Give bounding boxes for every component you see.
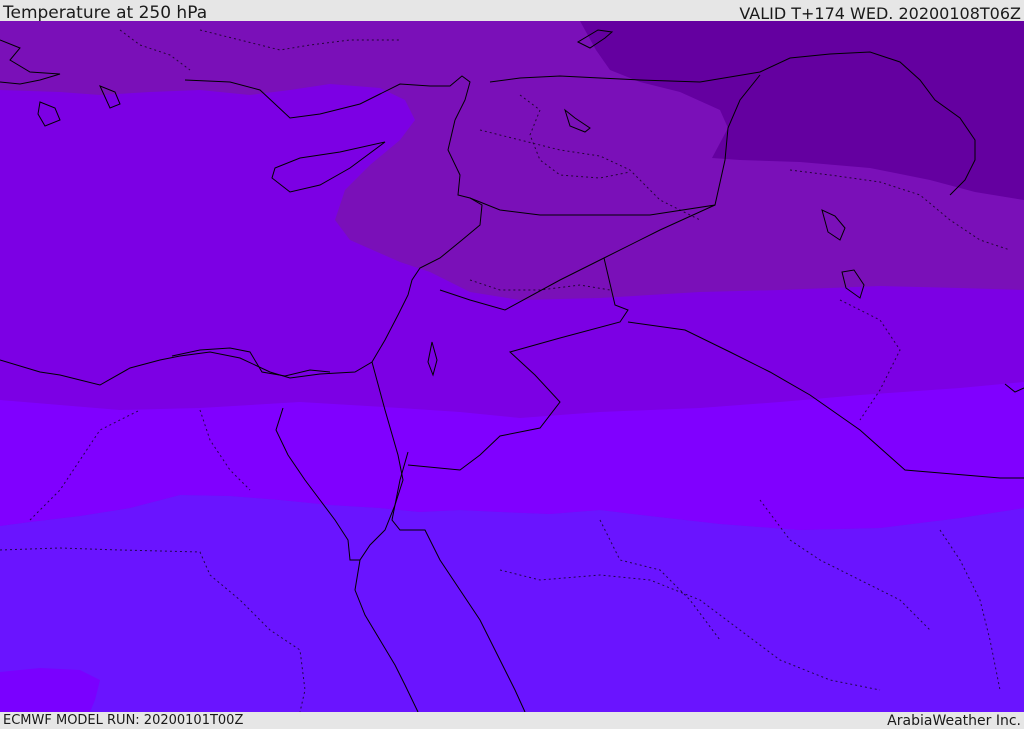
weather-map[interactable] bbox=[0, 21, 1024, 712]
map-canvas bbox=[0, 21, 1024, 712]
model-run: ECMWF MODEL RUN: 20200101T00Z bbox=[3, 713, 244, 728]
temp-patch-southwest bbox=[0, 668, 100, 712]
credit: ArabiaWeather Inc. bbox=[887, 713, 1021, 729]
footer-bar: ECMWF MODEL RUN: 20200101T00Z ArabiaWeat… bbox=[0, 712, 1024, 729]
header-bar: Temperature at 250 hPa VALID T+174 WED. … bbox=[0, 0, 1024, 23]
map-title: Temperature at 250 hPa bbox=[3, 3, 208, 23]
